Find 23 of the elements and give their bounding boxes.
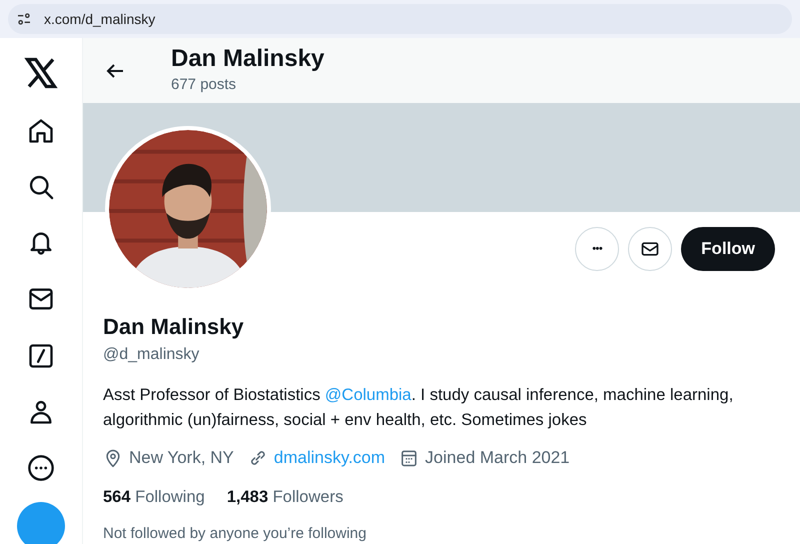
post-count: 677 posts bbox=[171, 75, 238, 96]
post-button[interactable] bbox=[17, 502, 65, 544]
url-text: x.com/d_malinsky bbox=[44, 10, 156, 29]
search-icon[interactable] bbox=[27, 173, 55, 202]
x-logo-icon[interactable] bbox=[23, 55, 59, 91]
header-name: Dan Malinsky bbox=[171, 44, 324, 74]
calendar-icon bbox=[399, 448, 420, 468]
home-icon[interactable] bbox=[27, 117, 55, 146]
followed-by-note: Not followed by anyone you’re following bbox=[103, 524, 368, 544]
joined-date: Joined March 2021 bbox=[425, 447, 570, 469]
more-icon[interactable] bbox=[27, 454, 55, 482]
site-settings-icon[interactable] bbox=[16, 11, 32, 27]
follow-stat-link[interactable]: 564 Following bbox=[103, 484, 205, 510]
profile-name: Dan Malinsky bbox=[103, 313, 245, 341]
follow-stat-link[interactable]: 1,483 Followers bbox=[226, 484, 344, 510]
profile-handle: @d_malinsky bbox=[103, 345, 200, 365]
message-button[interactable] bbox=[628, 227, 672, 271]
address-bar[interactable]: x.com/d_malinsky bbox=[8, 4, 792, 34]
slash-square-icon[interactable] bbox=[27, 342, 55, 370]
follow-button[interactable]: Follow bbox=[681, 227, 775, 271]
more-button[interactable]: ••• bbox=[575, 227, 620, 271]
profile-bio: Asst Professor of Biostatistics @Columbia. I study causal inference, machine learning, algorithmic (un)fairness, social + env health, etc. Sometimes jokes bbox=[103, 385, 734, 431]
location-text: New York, NY bbox=[129, 447, 234, 469]
